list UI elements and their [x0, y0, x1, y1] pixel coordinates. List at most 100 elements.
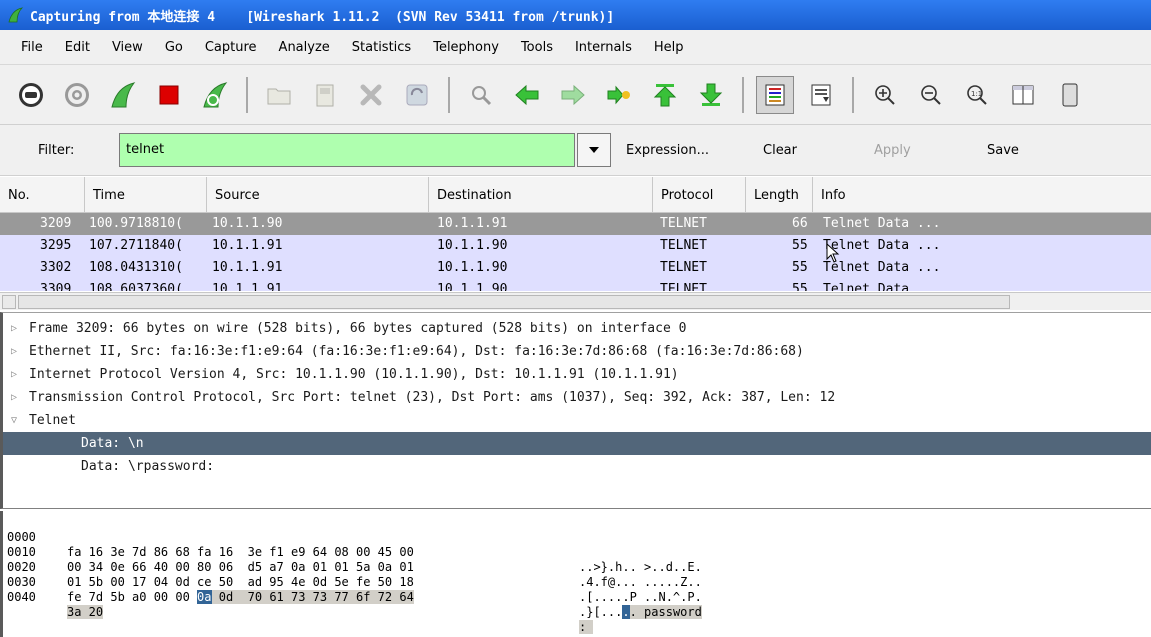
save-file-icon[interactable]: [306, 76, 344, 114]
menu-internals[interactable]: Internals: [564, 40, 643, 55]
menu-edit[interactable]: Edit: [54, 40, 101, 55]
tree-item-label: Telnet: [29, 413, 76, 428]
column-header-protocol[interactable]: Protocol: [653, 177, 746, 213]
tree-item-telnet[interactable]: ▽ Telnet: [3, 409, 1151, 432]
hex-row[interactable]: 0000 fa 16 3e 7d 86 68 fa 16 3e f1 e9 64…: [7, 515, 702, 574]
cell-length: 55: [792, 282, 808, 291]
menu-go[interactable]: Go: [154, 40, 194, 55]
restart-capture-icon[interactable]: [196, 76, 234, 114]
hex-offset: 0040: [7, 590, 36, 604]
column-header-destination[interactable]: Destination: [429, 177, 653, 213]
menu-tools[interactable]: Tools: [510, 40, 564, 55]
back-icon[interactable]: [508, 76, 546, 114]
cell-destination: 10.1.1.90: [437, 238, 508, 253]
hex-bytes: 01 5b 00 17 04 0d ce 50: [67, 575, 234, 589]
menu-bar: File Edit View Go Capture Analyze Statis…: [0, 30, 1151, 64]
preferences-icon[interactable]: [1050, 76, 1088, 114]
go-to-packet-icon[interactable]: [600, 76, 638, 114]
cell-destination: 10.1.1.91: [437, 216, 508, 231]
main-toolbar: 1:1: [0, 64, 1151, 124]
filter-dropdown-button[interactable]: [577, 133, 611, 167]
svg-text:1:1: 1:1: [971, 90, 982, 98]
toolbar-separator: [448, 76, 450, 113]
resize-columns-icon[interactable]: [1004, 76, 1042, 114]
hex-ascii-selected: .: [622, 605, 630, 619]
expand-arrow-icon[interactable]: ▷: [7, 322, 21, 336]
tree-item-tcp[interactable]: ▷ Transmission Control Protocol, Src Por…: [3, 386, 1151, 409]
cell-no: 3309: [40, 282, 72, 291]
expand-arrow-icon[interactable]: ▷: [7, 368, 21, 382]
packet-details-tree: ▷ Frame 3209: 66 bytes on wire (528 bits…: [0, 312, 1151, 509]
menu-help[interactable]: Help: [643, 40, 695, 55]
chevron-down-icon: [589, 147, 599, 153]
column-header-no[interactable]: No.: [0, 177, 85, 213]
cell-protocol: TELNET: [660, 216, 707, 231]
tree-item-label: Data: \rpassword:: [81, 459, 215, 474]
last-packet-icon[interactable]: [692, 76, 730, 114]
tree-item-data-newline[interactable]: Data: \n: [3, 432, 1151, 455]
cell-no: 3209: [40, 216, 72, 231]
menu-view[interactable]: View: [101, 40, 154, 55]
menu-statistics[interactable]: Statistics: [341, 40, 422, 55]
autoscroll-icon[interactable]: [802, 76, 840, 114]
normal-size-icon[interactable]: 1:1: [958, 76, 996, 114]
menu-telephony[interactable]: Telephony: [422, 40, 510, 55]
tree-item-ethernet[interactable]: ▷ Ethernet II, Src: fa:16:3e:f1:e9:64 (f…: [3, 340, 1151, 363]
open-file-icon[interactable]: [260, 76, 298, 114]
menu-file[interactable]: File: [10, 40, 54, 55]
packet-row[interactable]: 3309 108.6037360( 10.1.1.91 10.1.1.90 TE…: [0, 279, 1151, 291]
clear-button[interactable]: Clear: [763, 143, 797, 158]
tree-item-label: Internet Protocol Version 4, Src: 10.1.1…: [29, 367, 679, 382]
apply-button[interactable]: Apply: [874, 143, 911, 158]
find-icon[interactable]: [462, 76, 500, 114]
column-header-source[interactable]: Source: [207, 177, 429, 213]
collapse-arrow-icon[interactable]: ▽: [7, 414, 21, 428]
hex-row[interactable]: 0040 3a 20 :: [7, 575, 594, 634]
hex-row[interactable]: 0020 01 5b 00 17 04 0d ce 50 ad 95 4e 0d…: [7, 545, 702, 604]
hex-bytes: 00 34 0e 66 40 00 80 06: [67, 560, 234, 574]
cell-protocol: TELNET: [660, 282, 707, 291]
packet-list-horizontal-scrollbar[interactable]: [0, 292, 1151, 310]
tree-item-frame[interactable]: ▷ Frame 3209: 66 bytes on wire (528 bits…: [3, 317, 1151, 340]
options-icon[interactable]: [58, 76, 96, 114]
packet-row[interactable]: 3209 100.9718810( 10.1.1.90 10.1.1.91 TE…: [0, 213, 1151, 235]
stop-capture-icon[interactable]: [150, 76, 188, 114]
colorize-icon[interactable]: [756, 75, 794, 114]
reload-icon[interactable]: [398, 76, 436, 114]
scrollbar-thumb[interactable]: [18, 295, 1010, 309]
tree-item-ip[interactable]: ▷ Internet Protocol Version 4, Src: 10.1…: [3, 363, 1151, 386]
window-title-bar: Capturing from 本地连接 4 [Wireshark 1.11.2 …: [0, 0, 1151, 30]
menu-analyze[interactable]: Analyze: [268, 40, 341, 55]
zoom-in-icon[interactable]: [866, 76, 904, 114]
hex-ascii-highlighted: :: [579, 620, 594, 634]
first-packet-icon[interactable]: [646, 76, 684, 114]
hex-row[interactable]: 0030 fe 7d 5b a0 00 00 0a 0d 70 61 73 73…: [7, 560, 702, 619]
column-header-time[interactable]: Time: [85, 177, 207, 213]
scroll-left-icon[interactable]: [2, 295, 16, 309]
cell-destination: 10.1.1.90: [437, 260, 508, 275]
cell-source: 10.1.1.91: [212, 260, 283, 275]
cell-protocol: TELNET: [660, 238, 707, 253]
close-file-icon[interactable]: [352, 76, 390, 114]
interfaces-icon[interactable]: [12, 76, 50, 114]
save-filter-button[interactable]: Save: [987, 143, 1019, 158]
zoom-out-icon[interactable]: [912, 76, 950, 114]
hex-ascii: .}[...: [579, 605, 623, 619]
packet-row[interactable]: 3295 107.2711840( 10.1.1.91 10.1.1.90 TE…: [0, 235, 1151, 257]
forward-icon[interactable]: [554, 76, 592, 114]
column-header-length[interactable]: Length: [746, 177, 813, 213]
expression-button[interactable]: Expression...: [626, 143, 709, 158]
cell-info: Telnet Data ...: [823, 282, 941, 291]
menu-capture[interactable]: Capture: [194, 40, 268, 55]
mouse-cursor-icon: [826, 243, 840, 263]
expand-arrow-icon[interactable]: ▷: [7, 391, 21, 405]
hex-bytes: fa 16 3e 7d 86 68 fa 16: [67, 545, 234, 559]
packet-row[interactable]: 3302 108.0431310( 10.1.1.91 10.1.1.90 TE…: [0, 257, 1151, 279]
start-capture-icon[interactable]: [104, 76, 142, 114]
tree-item-data-password[interactable]: Data: \rpassword:: [3, 455, 1151, 478]
packet-bytes-pane: 0000 fa 16 3e 7d 86 68 fa 16 3e f1 e9 64…: [0, 511, 1151, 637]
column-header-info[interactable]: Info: [813, 177, 1151, 213]
hex-row[interactable]: 0010 00 34 0e 66 40 00 80 06 d5 a7 0a 01…: [7, 530, 702, 589]
expand-arrow-icon[interactable]: ▷: [7, 345, 21, 359]
filter-input[interactable]: telnet: [119, 133, 575, 167]
